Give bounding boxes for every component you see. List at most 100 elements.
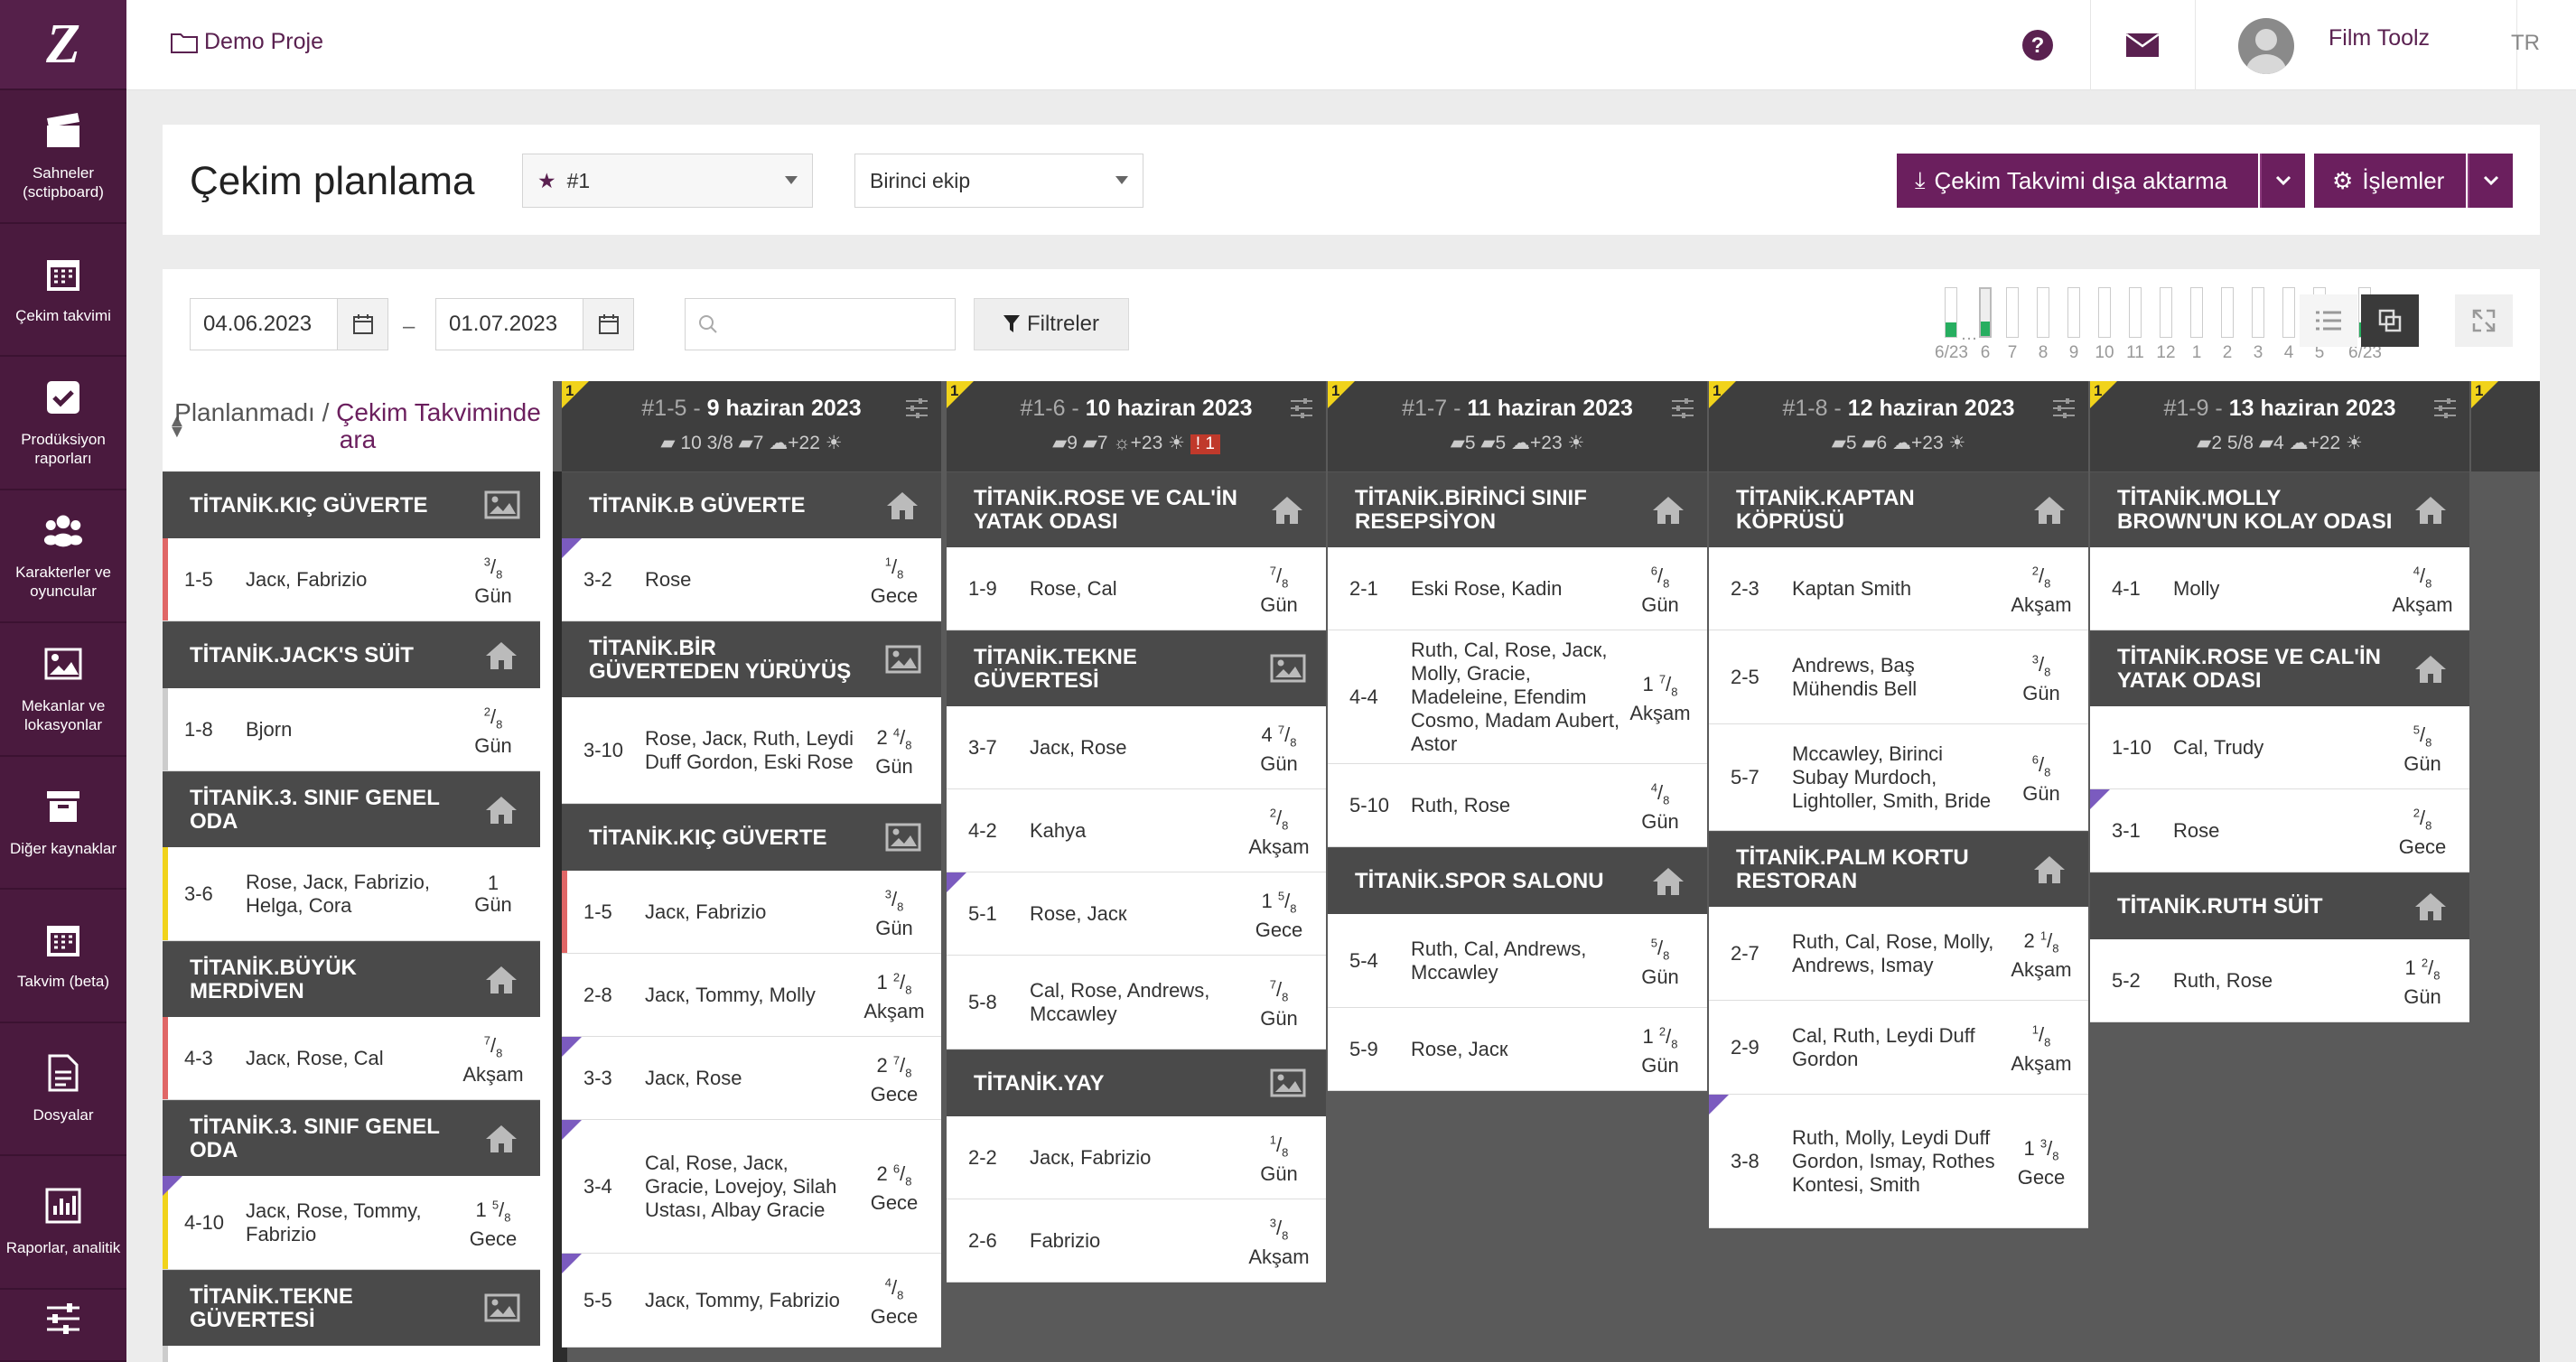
location-header[interactable]: TİTANİK.MOLLY BROWN'UN KOLAY ODASI <box>2090 471 2469 547</box>
location-header[interactable]: TİTANİK.KAPTAN KÖPRÜSÜ <box>1709 471 2088 547</box>
scene-strip[interactable]: 4-10 Jacк, Rose, Tommy, Fabrizio 1 5/8 Gece <box>163 1176 540 1270</box>
settings-sliders-icon[interactable] <box>1671 397 1694 419</box>
scene-strip[interactable]: 1-9 Rose, Cal 7/8 Gün <box>947 547 1326 630</box>
scene-strip[interactable]: 3-6 Rose, Jacк, Fabrizio, Helga, Cora 1 Gü… <box>163 847 540 941</box>
location-header[interactable]: TİTANİK.ROSE VE CAL'İN YATAK ODASI <box>2090 630 2469 706</box>
board-view-button[interactable] <box>2361 294 2419 347</box>
scene-strip[interactable]: 1-8 Bjorn 2/8 Gün <box>163 688 540 771</box>
scene-strip[interactable]: 5-10 Ruth, Rose 4/8 Gün <box>1328 764 1707 847</box>
day-header[interactable]: 1 #1-6 - 10 haziran 2023 ▰9 ▰7 ☼+23 ☀ ! 1 <box>947 381 1326 471</box>
day-bar[interactable] <box>2006 287 2019 338</box>
export-schedule-button[interactable]: ⤓ Çekim Takvimi dışa aktarma <box>1897 154 2258 208</box>
location-header[interactable]: TİTANİK.JACK'S SÜİT <box>163 621 540 688</box>
scene-strip[interactable]: 3-7 Jacк, Rose 4 7/8 Gün <box>947 706 1326 789</box>
day-bar[interactable] <box>2282 287 2295 338</box>
language-switch[interactable]: TR <box>2511 31 2540 56</box>
scene-strip[interactable]: 5-2 Ruth, Rose 1 2/8 Gün <box>2090 939 2469 1022</box>
location-header[interactable]: TİTANİK.KIÇ GÜVERTE <box>562 804 941 871</box>
crew-select[interactable]: Birinci ekip <box>854 154 1143 208</box>
day-bar[interactable] <box>2160 287 2172 338</box>
scene-strip[interactable]: 2-1 Eski Rose, Kadin 6/8 Gün <box>1328 547 1707 630</box>
scene-strip[interactable]: 5-7 Mccawley, Birinci Subay Murdoch, Ligh… <box>1709 724 2088 831</box>
day-bar[interactable] <box>2067 287 2080 338</box>
sidebar-item-dosyalar[interactable]: Dosyalar <box>0 1023 126 1156</box>
scene-strip[interactable]: 4-2 Kahya 2/8 Akşam <box>947 789 1326 872</box>
scene-strip[interactable]: 3-1 Rose 2/8 Gece <box>2090 789 2469 872</box>
scene-strip[interactable]: 5-1 Rose, Jacк 1 5/8 Gece <box>947 872 1326 956</box>
alert-badge[interactable]: ! 1 <box>1190 434 1220 454</box>
mail-icon[interactable] <box>2123 25 2162 65</box>
scene-strip[interactable]: 3-4 Cal, Rose, Jacк, Gracie, Lovejoy, Sil… <box>562 1120 941 1254</box>
scene-strip[interactable]: 4-1 Molly 4/8 Akşam <box>2090 547 2469 630</box>
location-header[interactable]: TİTANİK.PALM KORTU RESTORAN <box>1709 831 2088 907</box>
day-header[interactable]: 1 #1-7 - 11 haziran 2023 ▰5 ▰5 ☁+23 ☀ <box>1328 381 1707 471</box>
list-view-button[interactable] <box>2300 294 2357 347</box>
schedule-select[interactable]: ★ #1 <box>522 154 813 208</box>
scene-strip[interactable]: 5-5 Jacк, Tommy, Fabrizio 4/8 Gece <box>562 1254 941 1348</box>
settings-sliders-icon[interactable] <box>1290 397 1313 419</box>
location-header[interactable]: TİTANİK.BÜYÜK MERDİVEN <box>163 941 540 1017</box>
sidebar-item-settings[interactable] <box>0 1290 126 1362</box>
sidebar-item-prodüksiyon[interactable]: Prodüksiyon raporları <box>0 357 126 490</box>
day-header[interactable]: 1 #1-9 - 13 haziran 2023 ▰2 5/8 ▰4 ☁+22 ☀ <box>2090 381 2469 471</box>
export-dropdown-toggle[interactable] <box>2260 154 2305 208</box>
scene-strip[interactable]: 5-9 Rose, Jacк 1 2/8 Gün <box>1328 1008 1707 1091</box>
filters-button[interactable]: Filtreler <box>974 298 1129 350</box>
scene-strip[interactable]: 5-11Cal, Ruth, Fabrizio3 <box>163 1346 540 1362</box>
sidebar-item-sahneler[interactable]: Sahneler (sctipboard) <box>0 90 126 224</box>
location-header[interactable]: TİTANİK.YAY <box>947 1049 1326 1116</box>
day-bar[interactable] <box>2037 287 2049 338</box>
scene-strip[interactable]: 5-8 Cal, Rose, Andrews, Mccawley 7/8 Gün <box>947 956 1326 1049</box>
scene-strip[interactable]: 3-2 Rose 1/8 Gece <box>562 538 941 621</box>
calendar-icon[interactable] <box>337 299 387 350</box>
scene-strip[interactable]: 2-3 Kaptan Smith 2/8 Akşam <box>1709 547 2088 630</box>
help-icon[interactable]: ? <box>2018 25 2058 65</box>
scene-strip[interactable]: 4-3 Jacк, Rose, Cal 7/8 Akşam <box>163 1017 540 1100</box>
avatar[interactable] <box>2238 18 2294 74</box>
location-header[interactable]: TİTANİK.KIÇ GÜVERTE <box>163 471 540 538</box>
day-header[interactable]: 1 <box>2471 381 2540 471</box>
location-header[interactable]: TİTANİK.TEKNE GÜVERTESİ <box>947 630 1326 706</box>
fullscreen-button[interactable] <box>2455 294 2513 347</box>
day-bar[interactable] <box>2252 287 2264 338</box>
project-link[interactable]: Demo Proje <box>170 29 323 55</box>
actions-dropdown-toggle[interactable] <box>2468 154 2513 208</box>
search-input[interactable] <box>685 298 956 350</box>
location-header[interactable]: TİTANİK.BİR GÜVERTEDEN YÜRÜYÜŞ <box>562 621 941 697</box>
location-header[interactable]: TİTANİK.B GÜVERTE <box>562 471 941 538</box>
date-from-input[interactable]: 04.06.2023 <box>190 298 388 350</box>
scene-strip[interactable]: 2-7 Ruth, Cal, Rose, Molly, Andrews, Isma… <box>1709 907 2088 1001</box>
sidebar-item-diğer[interactable]: Diğer kaynaklar <box>0 757 126 890</box>
location-header[interactable]: TİTANİK.SPOR SALONU <box>1328 847 1707 914</box>
day-bar[interactable] <box>2190 287 2203 338</box>
date-to-input[interactable]: 01.07.2023 <box>435 298 634 350</box>
scene-strip[interactable]: 3-8 Ruth, Molly, Leydi Duff Gordon, Ismay… <box>1709 1095 2088 1228</box>
location-header[interactable]: TİTANİK.ROSE VE CAL'İN YATAK ODASI <box>947 471 1326 547</box>
scene-strip[interactable]: 2-9 Cal, Ruth, Leydi Duff Gordon 1/8 Akşam <box>1709 1001 2088 1095</box>
sidebar-item-raporlar[interactable]: Raporlar, analitik <box>0 1156 126 1290</box>
location-header[interactable]: TİTANİK.BİRİNCİ SINIF RESEPSİYON <box>1328 471 1707 547</box>
day-bar[interactable] <box>1979 287 1992 338</box>
day-bar[interactable] <box>2221 287 2234 338</box>
scene-strip[interactable]: 1-5 Jacк, Fabrizio 3/8 Gün <box>562 871 941 954</box>
scene-strip[interactable]: 4-4 Ruth, Cal, Rose, Jacк, Molly, Gracie,… <box>1328 630 1707 764</box>
scene-strip[interactable]: 2-8 Jacк, Tommy, Molly 1 2/8 Akşam <box>562 954 941 1037</box>
sidebar-item-mekanlar[interactable]: Mekanlar ve lokasyonlar <box>0 623 126 757</box>
location-header[interactable]: TİTANİK.RUTH SÜİT <box>2090 872 2469 939</box>
location-header[interactable]: TİTANİK.3. SINIF GENEL ODA <box>163 1100 540 1176</box>
day-bar[interactable] <box>2129 287 2142 338</box>
settings-sliders-icon[interactable] <box>905 397 929 419</box>
location-header[interactable]: TİTANİK.3. SINIF GENEL ODA <box>163 771 540 847</box>
scene-strip[interactable]: 2-5 Andrews, Baş Mühendis Bell 3/8 Gün <box>1709 630 2088 724</box>
scene-strip[interactable]: 5-4 Ruth, Cal, Andrews, Mccawley 5/8 Gün <box>1328 914 1707 1008</box>
settings-sliders-icon[interactable] <box>2433 397 2457 419</box>
calendar-icon[interactable] <box>583 299 633 350</box>
day-header[interactable]: 1 #1-5 - 9 haziran 2023 ▰ 10 3/8 ▰7 ☁+22 ☀ <box>562 381 941 471</box>
sidebar-item-takvim[interactable]: Takvim (beta) <box>0 890 126 1023</box>
settings-sliders-icon[interactable] <box>2052 397 2076 419</box>
sidebar-item-çekim[interactable]: Çekim takvimi <box>0 224 126 357</box>
app-logo[interactable]: Z <box>0 0 126 90</box>
location-header[interactable]: TİTANİK.TEKNE GÜVERTESİ <box>163 1270 540 1346</box>
scene-strip[interactable]: 3-10 Rose, Jacк, Ruth, Leydi Duff Gordon,… <box>562 697 941 804</box>
scene-strip[interactable]: 2-2 Jacк, Fabrizio 1/8 Gün <box>947 1116 1326 1199</box>
